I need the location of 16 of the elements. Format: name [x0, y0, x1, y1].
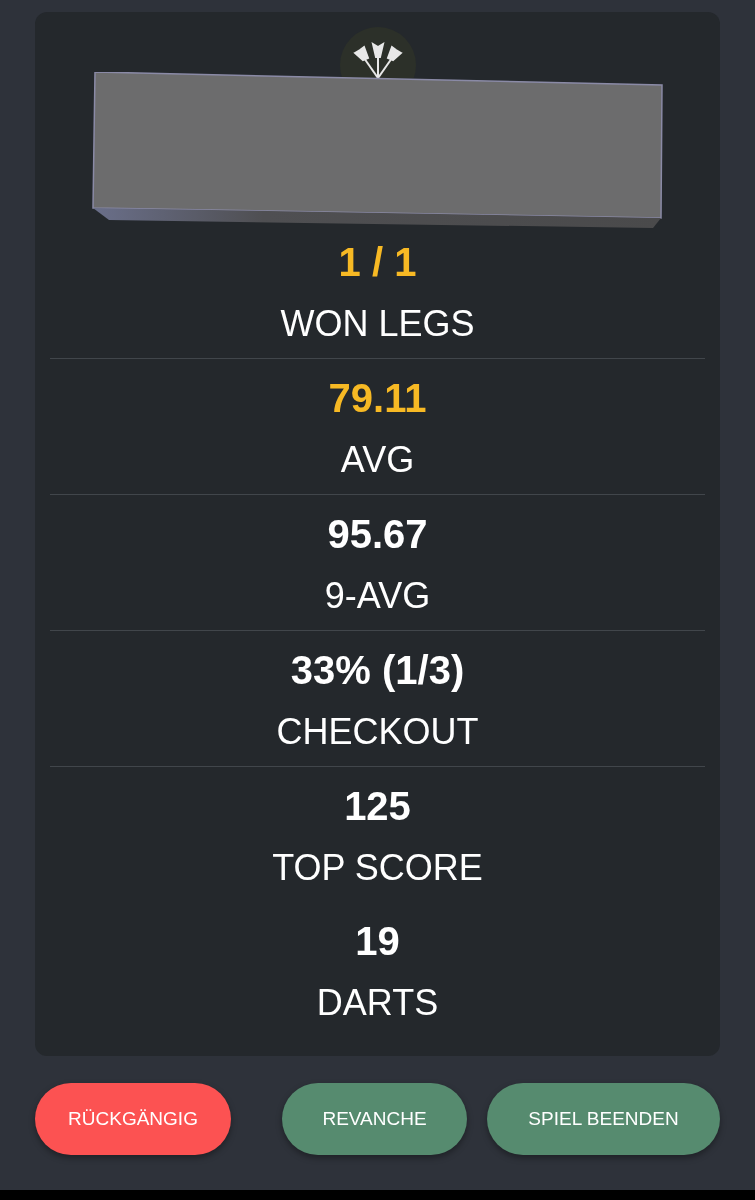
stat-value: 79.11 — [328, 376, 427, 420]
stat-label: 9-AVG — [324, 574, 431, 618]
stat-value: 33% (1/3) — [290, 648, 465, 692]
end-game-button[interactable]: SPIEL BEENDEN — [487, 1083, 720, 1155]
darts-icon — [339, 27, 416, 78]
stat-label: CHECKOUT — [276, 710, 479, 754]
stat-label: TOP SCORE — [272, 846, 483, 890]
stat-label: DARTS — [316, 981, 439, 1025]
stat-value: 1 / 1 — [338, 240, 417, 284]
stat-value: 19 — [355, 919, 400, 963]
stat-value: 125 — [344, 784, 411, 828]
stat-label: AVG — [340, 438, 415, 482]
stat-label: WON LEGS — [280, 302, 475, 346]
stat-value: 95.67 — [327, 512, 428, 556]
rematch-button[interactable]: REVANCHE — [282, 1083, 467, 1155]
undo-button[interactable]: RÜCKGÄNGIG — [35, 1083, 231, 1155]
